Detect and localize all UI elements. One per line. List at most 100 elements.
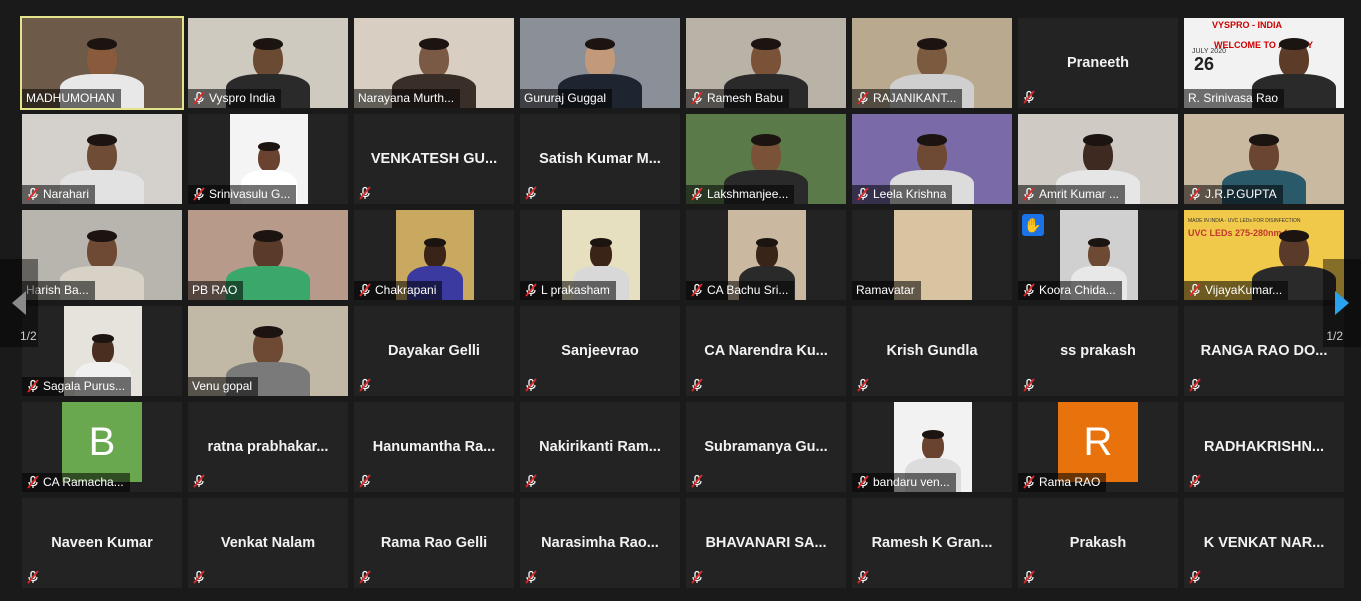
raised-hand-icon: ✋ (1022, 214, 1044, 236)
participant-name-tag: Vyspro India (188, 89, 282, 108)
participant-hair (1088, 238, 1110, 247)
participant-hair (419, 38, 449, 50)
participant-tile[interactable]: Ramesh Babu (686, 18, 846, 108)
participant-tile[interactable]: Gururaj Guggal (520, 18, 680, 108)
participant-tile[interactable]: MADE IN INDIA - UVC LEDs FOR DISINFECTIO… (1184, 210, 1344, 300)
participant-tile[interactable]: Srinivasulu G... (188, 114, 348, 204)
participant-name-tag: PB RAO (188, 281, 244, 300)
participant-name: MADHUMOHAN (26, 91, 115, 105)
participant-name-tag: Ramavatar (852, 281, 921, 300)
participant-tile[interactable]: J.R.P.GUPTA (1184, 114, 1344, 204)
participant-tile[interactable]: Hanumantha Ra... (354, 402, 514, 492)
participant-tile[interactable]: Rama Rao Gelli (354, 498, 514, 588)
participant-name: Narahari (43, 187, 90, 201)
participant-tile[interactable]: Prakash (1018, 498, 1178, 588)
participant-hair (585, 38, 615, 50)
participant-tile[interactable]: Leela Krishna (852, 114, 1012, 204)
participant-name: Ramesh Babu (707, 91, 784, 105)
participant-name: Krish Gundla (886, 343, 978, 359)
participant-tile[interactable]: R Rama RAO (1018, 402, 1178, 492)
muted-mic-icon (27, 379, 39, 393)
participant-hair (253, 38, 283, 50)
participant-tile[interactable]: ss prakash (1018, 306, 1178, 396)
participant-tile[interactable]: Amrit Kumar ... (1018, 114, 1178, 204)
participant-name: Gururaj Guggal (524, 91, 607, 105)
participant-tile[interactable]: B CA Ramacha... (22, 402, 182, 492)
muted-mic-icon (359, 570, 371, 584)
muted-mic-icon (1023, 570, 1035, 584)
participant-name-tag: VijayaKumar... (1184, 281, 1289, 300)
participant-name: CA Bachu Sri... (707, 283, 789, 297)
avatar-initial: B (62, 402, 142, 482)
participant-name: K VENKAT NAR... (1203, 535, 1325, 551)
participant-name-tag: Venu gopal (188, 377, 259, 396)
participant-tile[interactable]: Venkat Nalam (188, 498, 348, 588)
participant-tile[interactable]: ratna prabhakar... (188, 402, 348, 492)
participant-name-tag: Srinivasulu G... (188, 185, 297, 204)
participant-hair (917, 38, 947, 50)
participant-tile[interactable]: L prakasham (520, 210, 680, 300)
participant-tile[interactable]: Praneeth (1018, 18, 1178, 108)
participant-name-tag: CA Bachu Sri... (686, 281, 795, 300)
participant-tile[interactable]: Subramanya Gu... (686, 402, 846, 492)
participant-tile[interactable]: RADHAKRISHN... (1184, 402, 1344, 492)
participant-name: Prakash (1069, 535, 1127, 551)
participant-tile[interactable]: Lakshmanjee... (686, 114, 846, 204)
participant-name-tag: Lakshmanjee... (686, 185, 795, 204)
participant-name-tag: Sagala Purus... (22, 377, 132, 396)
participant-tile[interactable]: Krish Gundla (852, 306, 1012, 396)
participant-tile[interactable]: RANGA RAO DO... (1184, 306, 1344, 396)
participant-name: Ramavatar (856, 283, 915, 297)
participant-tile[interactable]: Satish Kumar M... (520, 114, 680, 204)
participant-name: Dayakar Gelli (388, 343, 480, 359)
participant-tile[interactable]: Ramesh K Gran... (852, 498, 1012, 588)
participant-tile[interactable]: Vyspro India (188, 18, 348, 108)
participant-name-tag: L prakasham (520, 281, 616, 300)
muted-mic-icon (193, 187, 205, 201)
participant-tile[interactable]: BHAVANARI SA... (686, 498, 846, 588)
participant-name-tag: Rama RAO (1018, 473, 1107, 492)
participant-tile[interactable]: bandaru ven... (852, 402, 1012, 492)
participant-name: J.R.P.GUPTA (1205, 187, 1277, 201)
participant-tile[interactable]: VENKATESH GU... (354, 114, 514, 204)
participant-tile[interactable]: Narayana Murth... (354, 18, 514, 108)
participant-tile[interactable]: Chakrapani (354, 210, 514, 300)
participant-name: Venkat Nalam (220, 535, 316, 551)
participant-tile[interactable]: Venu gopal (188, 306, 348, 396)
participant-tile[interactable]: Dayakar Gelli (354, 306, 514, 396)
participant-tile[interactable]: Sagala Purus... (22, 306, 182, 396)
participant-tile[interactable]: PB RAO (188, 210, 348, 300)
muted-mic-icon (1189, 570, 1201, 584)
participant-tile[interactable]: Ramavatar (852, 210, 1012, 300)
participant-tile[interactable]: MADHUMOHAN (20, 16, 184, 110)
participant-tile[interactable]: Narasimha Rao... (520, 498, 680, 588)
participant-tile[interactable]: Naveen Kumar (22, 498, 182, 588)
participant-tile[interactable]: ✋ Koora Chida... (1018, 210, 1178, 300)
participant-tile[interactable]: Sanjeevrao (520, 306, 680, 396)
participant-tile[interactable]: CA Narendra Ku... (686, 306, 846, 396)
participant-tile[interactable]: RAJANIKANT... (852, 18, 1012, 108)
participant-hair (92, 334, 114, 343)
participant-hair (590, 238, 612, 247)
participant-hair (87, 230, 117, 242)
participant-hair (1083, 134, 1113, 146)
participant-tile[interactable]: K VENKAT NAR... (1184, 498, 1344, 588)
participant-tile[interactable]: CA Bachu Sri... (686, 210, 846, 300)
muted-mic-icon (525, 186, 537, 200)
participant-name: RADHAKRISHN... (1203, 439, 1325, 455)
participant-name: Praneeth (1066, 55, 1130, 71)
participant-tile[interactable]: Harish Ba... (22, 210, 182, 300)
participant-hair (87, 38, 117, 50)
participant-name: Rama RAO (1039, 475, 1101, 489)
participant-name: Sanjeevrao (561, 343, 639, 359)
participant-name: VENKATESH GU... (370, 151, 498, 167)
participant-name-tag: MADHUMOHAN (22, 89, 121, 108)
chevron-right-icon (1335, 291, 1349, 315)
participant-hair (1279, 38, 1309, 50)
participant-tile[interactable]: Narahari (22, 114, 182, 204)
participant-name: RAJANIKANT... (873, 91, 957, 105)
participant-tile[interactable]: VYSPRO - INDIA WELCOME TO AGM FY JULY 2020… (1184, 18, 1344, 108)
participant-hair (751, 134, 781, 146)
participant-tile[interactable]: Nakirikanti Ram... (520, 402, 680, 492)
participant-hair (917, 134, 947, 146)
